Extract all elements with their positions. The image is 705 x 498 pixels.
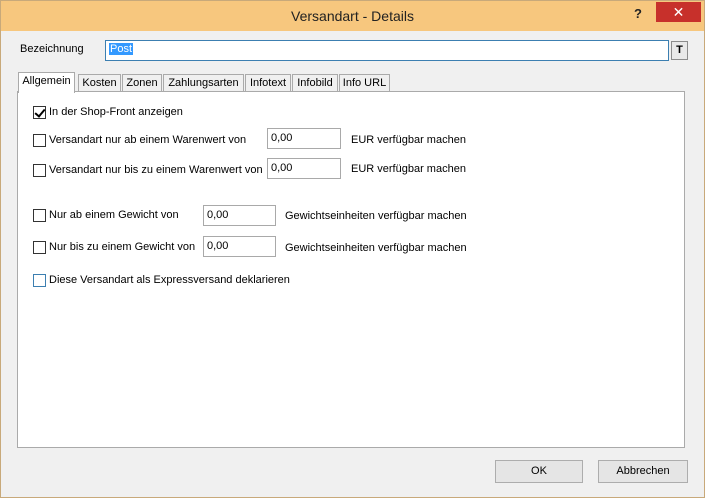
- show-in-shop-label: In der Shop-Front anzeigen: [49, 106, 183, 118]
- tab-kosten[interactable]: Kosten: [78, 74, 121, 92]
- min-value-input[interactable]: 0,00: [267, 128, 341, 149]
- name-input-value: Post: [109, 43, 134, 55]
- tab-infobild[interactable]: Infobild: [292, 74, 338, 92]
- text-format-button[interactable]: T: [671, 41, 688, 60]
- max-weight-suffix: Gewichtseinheiten verfügbar machen: [285, 242, 467, 254]
- min-weight-input[interactable]: 0,00: [203, 205, 276, 226]
- max-value-label: Versandart nur bis zu einem Warenwert vo…: [49, 164, 263, 176]
- max-value-input[interactable]: 0,00: [267, 158, 341, 179]
- max-value-suffix: EUR verfügbar machen: [351, 163, 466, 175]
- max-weight-checkbox[interactable]: [33, 241, 46, 254]
- dialog-window: Versandart - Details ? ✕ Bezeichnung Pos…: [0, 0, 705, 498]
- tab-allgemein[interactable]: Allgemein: [18, 72, 75, 93]
- min-value-checkbox[interactable]: [33, 134, 46, 147]
- min-weight-suffix: Gewichtseinheiten verfügbar machen: [285, 210, 467, 222]
- max-weight-input[interactable]: 0,00: [203, 236, 276, 257]
- min-value-label: Versandart nur ab einem Warenwert von: [49, 134, 247, 146]
- close-button[interactable]: ✕: [656, 2, 701, 22]
- max-weight-label: Nur bis zu einem Gewicht von: [49, 241, 196, 253]
- cancel-button[interactable]: Abbrechen: [598, 460, 688, 483]
- tab-zahlungsarten[interactable]: Zahlungsarten: [163, 74, 244, 92]
- express-checkbox[interactable]: [33, 274, 46, 287]
- ok-button[interactable]: OK: [495, 460, 583, 483]
- close-icon: ✕: [672, 4, 685, 20]
- show-in-shop-checkbox[interactable]: [33, 106, 46, 119]
- window-title: Versandart - Details: [291, 8, 414, 24]
- express-label: Diese Versandart als Expressversand dekl…: [49, 274, 290, 286]
- help-button[interactable]: ?: [627, 4, 649, 24]
- title-bar[interactable]: Versandart - Details ? ✕: [1, 1, 704, 31]
- name-input[interactable]: Post: [105, 40, 669, 61]
- min-weight-checkbox[interactable]: [33, 209, 46, 222]
- max-value-checkbox[interactable]: [33, 164, 46, 177]
- tab-zonen[interactable]: Zonen: [122, 74, 162, 92]
- min-weight-label: Nur ab einem Gewicht von: [49, 209, 179, 221]
- tab-info-url[interactable]: Info URL: [339, 74, 390, 92]
- tab-infotext[interactable]: Infotext: [245, 74, 291, 92]
- min-value-suffix: EUR verfügbar machen: [351, 134, 466, 146]
- name-label: Bezeichnung: [20, 43, 84, 55]
